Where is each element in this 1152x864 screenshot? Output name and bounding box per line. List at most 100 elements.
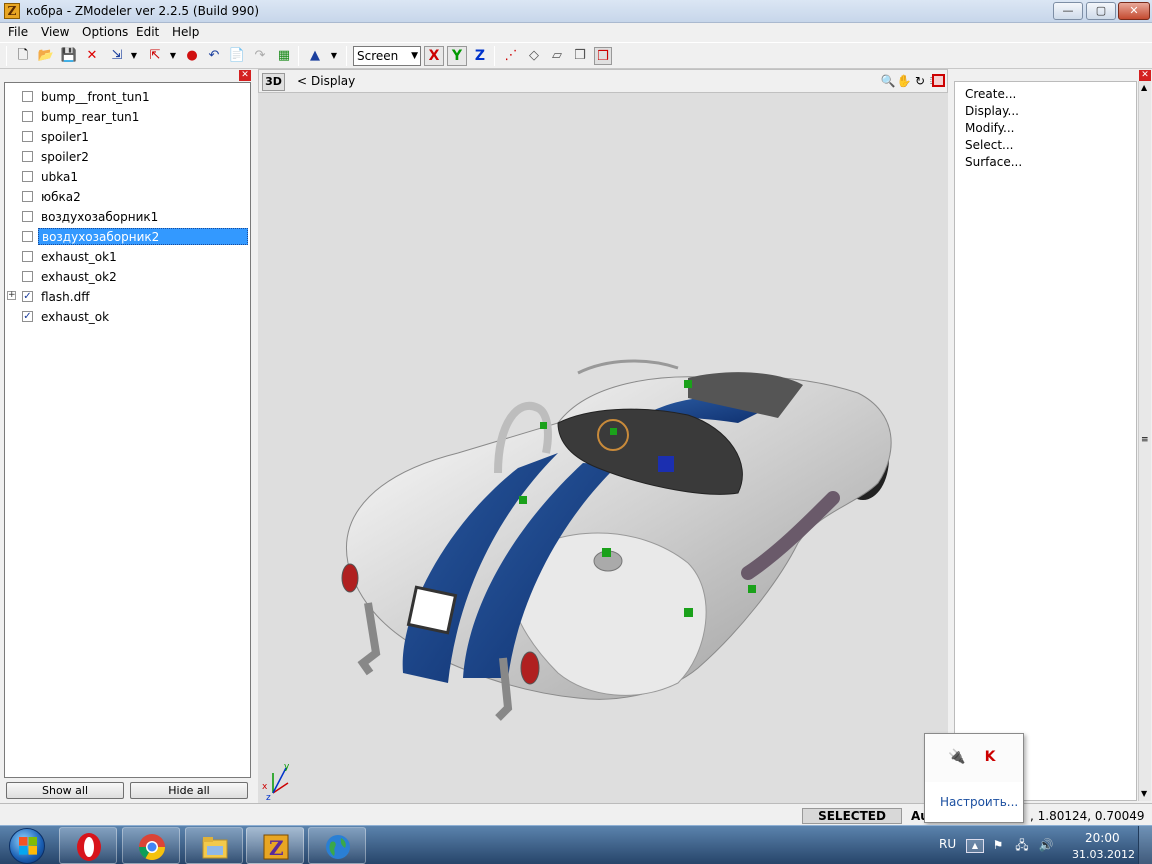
redo-icon[interactable]: ↷ xyxy=(251,47,269,65)
visibility-checkbox[interactable]: ✓ xyxy=(22,311,33,322)
import-icon[interactable]: ⇲ xyxy=(108,47,126,65)
maximize-button[interactable]: ▢ xyxy=(1086,2,1116,20)
pivot-marker[interactable] xyxy=(519,496,527,504)
zoom-icon[interactable]: 🔍 xyxy=(880,73,896,89)
modify-command[interactable]: Modify... xyxy=(965,121,1015,135)
visibility-checkbox[interactable] xyxy=(22,171,33,182)
scroll-down-icon[interactable]: ▼ xyxy=(1141,789,1147,798)
create-command[interactable]: Create... xyxy=(965,87,1016,101)
pivot-marker[interactable] xyxy=(684,608,693,617)
expand-icon[interactable]: + xyxy=(7,291,16,300)
visibility-checkbox[interactable]: ✓ xyxy=(22,291,33,302)
tree-item[interactable]: юбка2 xyxy=(5,187,250,207)
taskbar-network[interactable] xyxy=(308,827,366,864)
taskbar-opera[interactable] xyxy=(59,827,117,864)
new-file-icon[interactable]: 🗋 xyxy=(14,47,32,65)
open-folder-icon[interactable]: 📂 xyxy=(37,47,55,65)
axis-x-toggle[interactable]: X xyxy=(424,46,444,66)
tree-item[interactable]: ubka1 xyxy=(5,167,250,187)
language-indicator[interactable]: RU xyxy=(939,837,956,851)
visibility-checkbox[interactable] xyxy=(22,191,33,202)
visibility-checkbox[interactable] xyxy=(22,131,33,142)
tree-item[interactable]: bump__front_tun1 xyxy=(5,87,250,107)
flag-alert-icon[interactable]: ⚑ xyxy=(990,837,1006,853)
menu-edit[interactable]: Edit xyxy=(136,25,159,39)
network-icon[interactable]: 🖧 xyxy=(1014,837,1030,853)
undo-icon[interactable]: ↶ xyxy=(205,47,223,65)
close-icon[interactable]: ✕ xyxy=(239,70,251,81)
axis-y-toggle[interactable]: Y xyxy=(447,46,467,66)
visibility-checkbox[interactable] xyxy=(22,211,33,222)
taskbar-chrome[interactable] xyxy=(122,827,180,864)
show-all-button[interactable]: Show all xyxy=(6,782,124,799)
menu-options[interactable]: Options xyxy=(82,25,128,39)
selected-object-marker[interactable] xyxy=(658,456,674,472)
visibility-checkbox[interactable] xyxy=(22,271,33,282)
maximize-viewport-icon[interactable] xyxy=(932,74,945,87)
pivot-marker[interactable] xyxy=(610,428,617,435)
object-mode-icon[interactable]: ❒ xyxy=(571,47,589,65)
usb-safe-remove-icon[interactable]: 🔌 xyxy=(948,748,966,766)
object-tree[interactable]: bump__front_tun1 bump_rear_tun1 spoiler1 sp… xyxy=(4,82,251,778)
surface-command[interactable]: Surface... xyxy=(965,155,1022,169)
notes-icon[interactable]: 📄 xyxy=(228,47,246,65)
select-command[interactable]: Select... xyxy=(965,138,1013,152)
menu-file[interactable]: File xyxy=(8,25,28,39)
pivot-marker[interactable] xyxy=(540,422,547,429)
zmodeler-app-icon[interactable]: Z xyxy=(4,3,20,19)
menu-view[interactable]: View xyxy=(41,25,69,39)
show-hidden-icons-icon[interactable]: ▲ xyxy=(966,839,984,853)
visibility-checkbox[interactable] xyxy=(22,151,33,162)
pan-hand-icon[interactable]: ✋ xyxy=(896,73,912,89)
export-dropdown-icon[interactable]: ▼ xyxy=(164,47,182,65)
save-icon[interactable]: 💾 xyxy=(60,47,78,65)
pivot-marker[interactable] xyxy=(748,585,756,593)
tree-item[interactable]: ✓ exhaust_ok xyxy=(5,307,250,327)
show-desktop-button[interactable] xyxy=(1138,826,1152,864)
start-button[interactable] xyxy=(2,827,52,864)
minimize-button[interactable]: — xyxy=(1053,2,1083,20)
tree-item[interactable]: exhaust_ok1 xyxy=(5,247,250,267)
visibility-checkbox[interactable] xyxy=(22,231,33,242)
cone-primitive-icon[interactable]: ▲ xyxy=(306,47,324,65)
volume-icon[interactable]: 🔊 xyxy=(1038,837,1054,853)
clock-date[interactable]: 31.03.2012 xyxy=(1072,848,1135,861)
visibility-checkbox[interactable] xyxy=(22,251,33,262)
delete-icon[interactable]: ✕ xyxy=(83,47,101,65)
taskbar-zmodeler[interactable]: Z xyxy=(246,827,304,864)
3d-viewport[interactable]: x z y xyxy=(258,93,948,803)
vertex-mode-icon[interactable]: ⋰ xyxy=(502,47,520,65)
display-command[interactable]: Display... xyxy=(965,104,1019,118)
taskbar-explorer[interactable] xyxy=(185,827,243,864)
command-panel-scrollbar[interactable]: ▲ ≡ ▼ xyxy=(1138,81,1151,801)
tree-item[interactable]: + ✓ flash.dff xyxy=(5,287,250,307)
selected-mode-icon[interactable]: ❒ xyxy=(594,47,612,65)
tree-item[interactable]: воздухозаборник1 xyxy=(5,207,250,227)
visibility-checkbox[interactable] xyxy=(22,111,33,122)
menu-help[interactable]: Help xyxy=(172,25,199,39)
hide-all-button[interactable]: Hide all xyxy=(130,782,248,799)
tree-item[interactable]: spoiler1 xyxy=(5,127,250,147)
axis-z-toggle[interactable]: Z xyxy=(470,46,490,66)
view-mode-button[interactable]: 3D xyxy=(262,73,285,91)
pivot-marker[interactable] xyxy=(602,548,611,557)
edge-mode-icon[interactable]: ◇ xyxy=(525,47,543,65)
export-icon[interactable]: ⇱ xyxy=(146,47,164,65)
primitive-dropdown-icon[interactable]: ▼ xyxy=(325,47,343,65)
back-arrow[interactable]: < xyxy=(297,74,307,88)
face-mode-icon[interactable]: ▱ xyxy=(548,47,566,65)
close-button[interactable]: ✕ xyxy=(1118,2,1150,20)
tree-item[interactable]: воздухозаборник2 xyxy=(5,227,250,247)
antivirus-icon[interactable]: K xyxy=(981,748,999,766)
close-icon[interactable]: ✕ xyxy=(1139,70,1151,81)
tree-item[interactable]: exhaust_ok2 xyxy=(5,267,250,287)
scroll-up-icon[interactable]: ▲ xyxy=(1141,83,1147,92)
coordinate-space-select[interactable]: Screen ▼ xyxy=(353,46,421,66)
title-bar[interactable]: Z кобра - ZModeler ver 2.2.5 (Build 990)… xyxy=(0,0,1152,23)
settings-grid-icon[interactable]: ▦ xyxy=(275,47,293,65)
tree-item[interactable]: spoiler2 xyxy=(5,147,250,167)
tree-item[interactable]: bump_rear_tun1 xyxy=(5,107,250,127)
record-icon[interactable]: ● xyxy=(183,47,201,65)
import-dropdown-icon[interactable]: ▼ xyxy=(125,47,143,65)
clock-time[interactable]: 20:00 xyxy=(1085,831,1120,845)
